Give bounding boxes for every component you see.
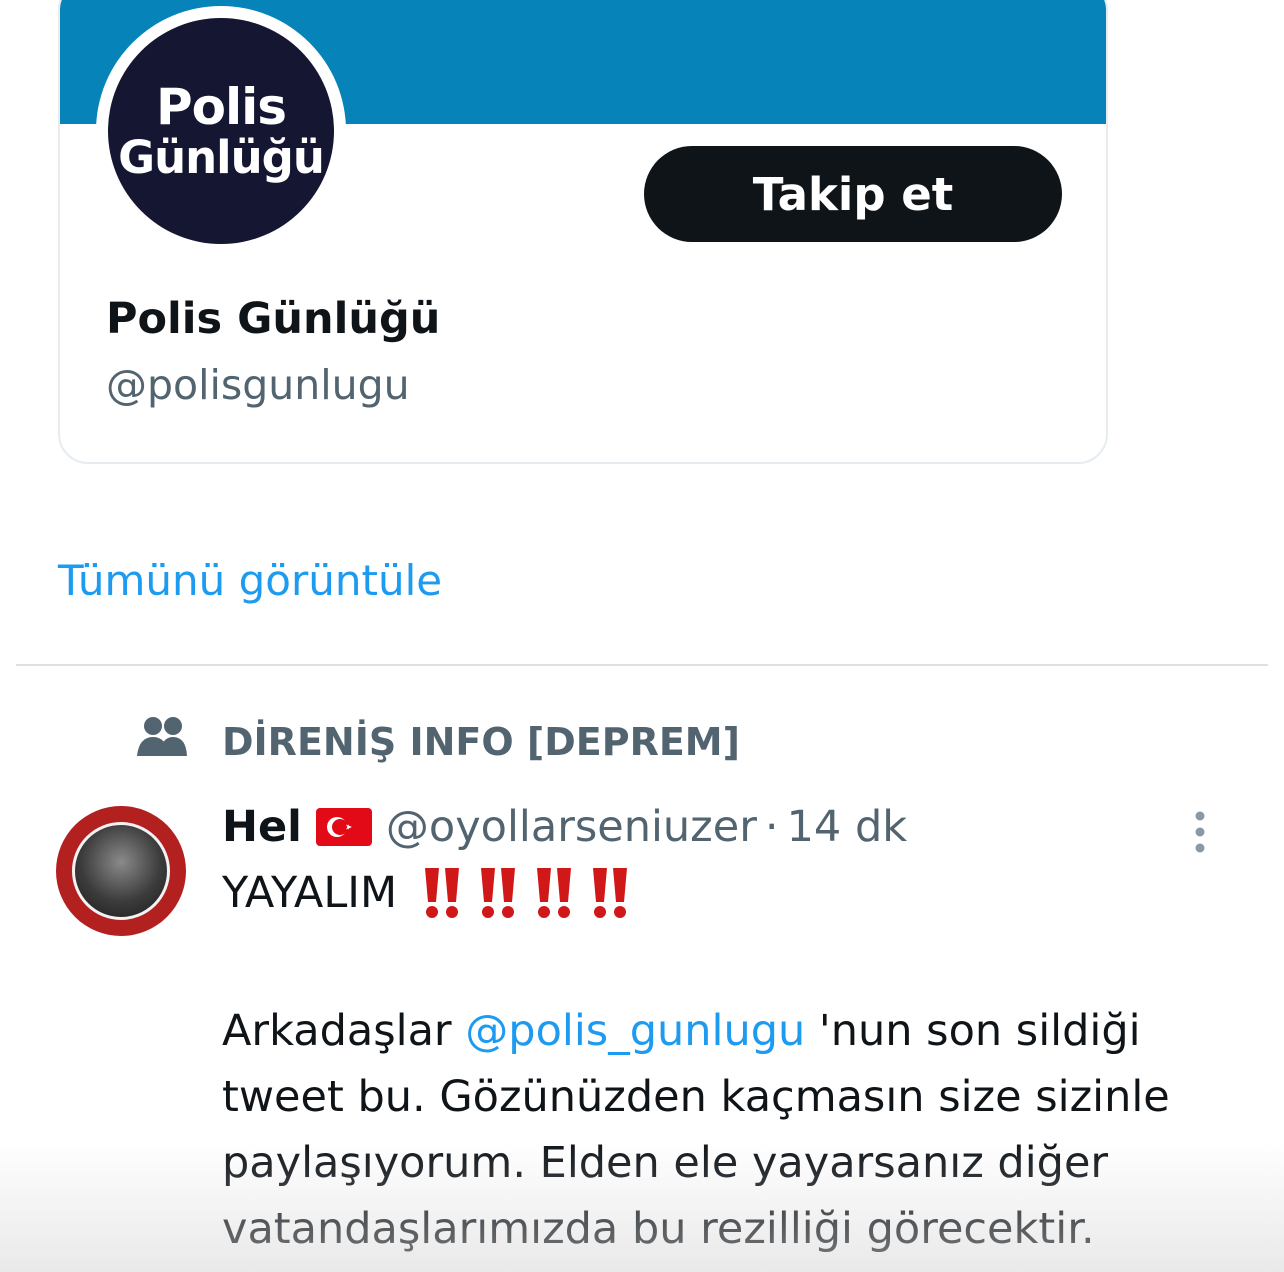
profile-card[interactable]: Polis Günlüğü Takip et Polis Günlüğü @po… (58, 0, 1108, 464)
double-exclamation-icon (537, 868, 572, 918)
divider (16, 664, 1268, 666)
profile-avatar[interactable]: Polis Günlüğü (96, 6, 346, 256)
double-exclamation-icon (481, 868, 516, 918)
tweet-timestamp[interactable]: 14 dk (787, 802, 908, 852)
double-exclamation-icon (425, 868, 460, 918)
tweet-author-avatar[interactable] (56, 806, 186, 936)
tweet-author-name[interactable]: Hel (222, 802, 302, 852)
avatar-photo (72, 822, 170, 920)
profile-handle[interactable]: @polisgunlugu (106, 361, 410, 409)
tweet-text: Arkadaşlar @polis_gunlugu 'nun son sildi… (222, 998, 1222, 1262)
exclamation-emojis (419, 866, 643, 920)
tweet-title-line: YAYALIM (222, 866, 643, 920)
show-all-link[interactable]: Tümünü görüntüle (58, 556, 442, 605)
community-label[interactable]: DİRENİŞ INFO [DEPREM] (222, 720, 740, 764)
turkey-flag-icon (315, 808, 372, 846)
tweet-author-handle[interactable]: @oyollarseniuzer (386, 802, 757, 852)
tweet-header: Hel @oyollarseniuzer · 14 dk (222, 802, 907, 852)
separator-dot: · (764, 802, 779, 852)
profile-name[interactable]: Polis Günlüğü (106, 294, 440, 344)
mention-link[interactable]: @polis_gunlugu (465, 1006, 805, 1056)
double-exclamation-icon (593, 868, 628, 918)
people-icon (137, 717, 187, 756)
tweet-title-text: YAYALIM (222, 868, 398, 918)
avatar-text-line2: Günlüğü (118, 130, 325, 184)
tweet-text-intro: Arkadaşlar (222, 1006, 466, 1056)
more-vertical-icon[interactable] (1190, 810, 1210, 854)
follow-button[interactable]: Takip et (644, 146, 1062, 242)
avatar-text-line1: Polis (155, 78, 287, 137)
profile-avatar-logo: Polis Günlüğü (108, 18, 334, 244)
